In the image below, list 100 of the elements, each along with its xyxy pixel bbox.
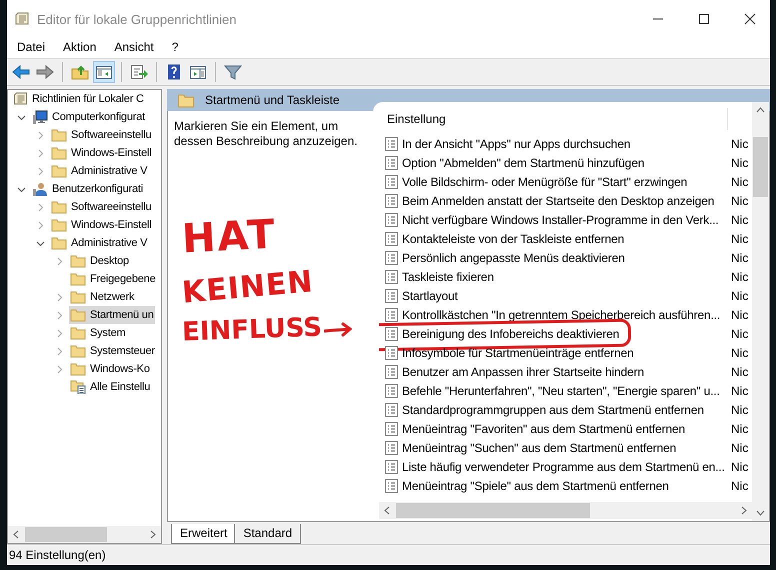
setting-name[interactable]: Taskleiste fixieren bbox=[402, 270, 494, 284]
table-cell: Nic bbox=[731, 250, 748, 264]
maximize-icon[interactable] bbox=[698, 13, 710, 25]
computer-icon bbox=[32, 110, 48, 124]
setting-name[interactable]: Menüeintrag "Suchen" aus dem Startmenü entfernen bbox=[402, 440, 676, 454]
horizontal-scrollbar[interactable] bbox=[8, 526, 161, 543]
folder-icon bbox=[70, 272, 86, 286]
policy-icon bbox=[385, 478, 398, 492]
table-cell: Nic bbox=[731, 136, 748, 150]
setting-name[interactable]: Beim Anmelden anstatt der Startseite den Desktop anzeigen bbox=[402, 194, 714, 208]
view-tab[interactable]: Standard bbox=[234, 524, 302, 544]
table-cell: Nic bbox=[731, 174, 748, 188]
horizontal-scrollbar[interactable] bbox=[379, 502, 752, 519]
handwritten-note: HAT bbox=[181, 214, 278, 260]
tree-item[interactable]: Administrative V bbox=[50, 162, 148, 180]
setting-name[interactable]: Benutzer am Anpassen ihrer Startseite hindern bbox=[402, 364, 644, 378]
tree-item[interactable]: Windows-Einstell bbox=[50, 216, 153, 234]
tree-item[interactable]: System bbox=[69, 324, 126, 342]
tree-toolbar-button[interactable] bbox=[93, 61, 115, 83]
panel-title: Startmenü und Taskleiste bbox=[205, 93, 340, 107]
folder-icon bbox=[51, 236, 67, 250]
folder-icon bbox=[70, 290, 86, 304]
setting-name[interactable]: Infosymbole für Startmenüeinträge entfernen bbox=[402, 346, 634, 360]
folder-icon bbox=[51, 164, 67, 178]
policy-icon bbox=[385, 136, 398, 150]
tree-item[interactable]: Freigegebene bbox=[69, 270, 156, 288]
tree-item[interactable]: Systemsteuer bbox=[69, 342, 156, 360]
policy-icon bbox=[385, 326, 398, 340]
setting-name[interactable]: Menüeintrag "Spiele" aus dem Startmenü entfernen bbox=[402, 478, 669, 492]
table-cell: Nic bbox=[731, 212, 748, 226]
setting-name[interactable]: Standardprogrammgruppen aus dem Startmenü entfernen bbox=[402, 402, 704, 416]
table-cell: Nic bbox=[731, 270, 748, 284]
setting-name[interactable]: Befehle "Herunterfahren", "Neu starten", "Energie sparen" u... bbox=[402, 384, 720, 398]
table-cell: Nic bbox=[731, 440, 748, 454]
handwritten-note: EINFLUSS bbox=[182, 314, 322, 346]
folder-icon bbox=[177, 92, 195, 108]
table-cell: Nic bbox=[731, 402, 748, 416]
setting-name[interactable]: Kontakteleiste von der Taskleiste entfernen bbox=[402, 232, 624, 246]
setting-name[interactable]: Nicht verfügbare Windows Installer-Programme in den Verk... bbox=[402, 212, 719, 226]
table-cell: Nic bbox=[731, 232, 748, 246]
policy-icon bbox=[385, 212, 398, 226]
policy-icon bbox=[385, 440, 398, 454]
close-icon[interactable] bbox=[744, 13, 756, 25]
folder-icon bbox=[70, 308, 86, 322]
policy-icon bbox=[385, 364, 398, 378]
setting-name[interactable]: Persönlich angepasste Menüs deaktivieren bbox=[402, 250, 625, 264]
folder-icon bbox=[70, 326, 86, 340]
scroll-thumb[interactable] bbox=[753, 137, 768, 197]
tree-item[interactable]: Windows-Ko bbox=[69, 360, 151, 378]
policy-icon bbox=[385, 384, 398, 398]
chevron-down-icon[interactable] bbox=[17, 112, 26, 122]
setting-name[interactable]: Liste häufig verwendeter Programme aus dem Startmenü en... bbox=[402, 460, 725, 474]
table-cell: Nic bbox=[731, 194, 748, 208]
folder-icon bbox=[51, 146, 67, 160]
tree-item[interactable]: Desktop bbox=[69, 252, 130, 270]
tree-item[interactable]: Benutzerkonfigurati bbox=[31, 180, 144, 198]
setting-name[interactable]: Bereinigung des Infobereichs deaktivieren bbox=[402, 326, 620, 340]
user-icon bbox=[32, 182, 48, 196]
policy-icon bbox=[385, 194, 398, 208]
folder-icon bbox=[70, 362, 86, 376]
menu-item[interactable]: Ansicht bbox=[114, 40, 154, 54]
policy-icon bbox=[385, 460, 398, 474]
table-cell: Nic bbox=[731, 364, 748, 378]
arrow-icon bbox=[324, 322, 352, 338]
menu-item[interactable]: Datei bbox=[17, 40, 46, 54]
policy-icon bbox=[385, 346, 398, 360]
folder-list-icon bbox=[70, 380, 86, 394]
setting-name[interactable]: Startlayout bbox=[402, 288, 458, 302]
view-tab[interactable]: Erweitert bbox=[171, 524, 236, 544]
policy-icon bbox=[385, 308, 398, 322]
description-text: Markieren Sie ein Element, um dessen Beschreibung anzuzeigen. bbox=[174, 119, 358, 149]
tree-item[interactable]: Windows-Einstell bbox=[50, 144, 153, 162]
handwritten-note: KEINEN bbox=[180, 267, 315, 309]
policy-icon bbox=[385, 402, 398, 416]
vertical-scrollbar[interactable] bbox=[752, 102, 769, 521]
table-cell: Nic bbox=[731, 288, 748, 302]
tree-item[interactable]: Startmenü un bbox=[69, 306, 155, 324]
policy-icon bbox=[385, 270, 398, 284]
setting-name[interactable]: Menüeintrag "Favoriten" aus dem Startmenü entfernen bbox=[402, 422, 686, 436]
tree-item[interactable]: Computerkonfigurat bbox=[31, 108, 146, 126]
setting-name[interactable]: Option "Abmelden" dem Startmenü hinzufügen bbox=[402, 156, 644, 170]
column-header[interactable]: Einstellung bbox=[379, 108, 728, 130]
tree-item[interactable]: Richtlinien für Lokaler C bbox=[12, 90, 145, 108]
menu-item[interactable]: ? bbox=[172, 40, 178, 54]
setting-name[interactable]: In der Ansicht "Apps" nur Apps durchsuchen bbox=[402, 136, 630, 150]
table-cell: Nic bbox=[731, 326, 748, 340]
policy-icon bbox=[385, 422, 398, 436]
folder-icon bbox=[51, 218, 67, 232]
setting-name[interactable]: Kontrollkästchen "In getrenntem Speicherbereich ausführen... bbox=[402, 308, 720, 322]
setting-name[interactable]: Volle Bildschirm- oder Menügröße für "Start" erzwingen bbox=[402, 174, 688, 188]
tree-item[interactable]: Softwareeinstellu bbox=[50, 198, 152, 216]
chevron-down-icon[interactable] bbox=[36, 238, 45, 248]
chevron-down-icon[interactable] bbox=[17, 184, 26, 194]
table-cell: Nic bbox=[731, 156, 748, 170]
tree-item[interactable]: Administrative V bbox=[50, 234, 148, 252]
tree-item[interactable]: Softwareeinstellu bbox=[50, 126, 152, 144]
menu-item[interactable]: Aktion bbox=[63, 40, 96, 54]
table-cell: Nic bbox=[731, 346, 748, 360]
tree-item[interactable]: Alle Einstellu bbox=[69, 378, 152, 396]
tree-item[interactable]: Netzwerk bbox=[69, 288, 136, 306]
